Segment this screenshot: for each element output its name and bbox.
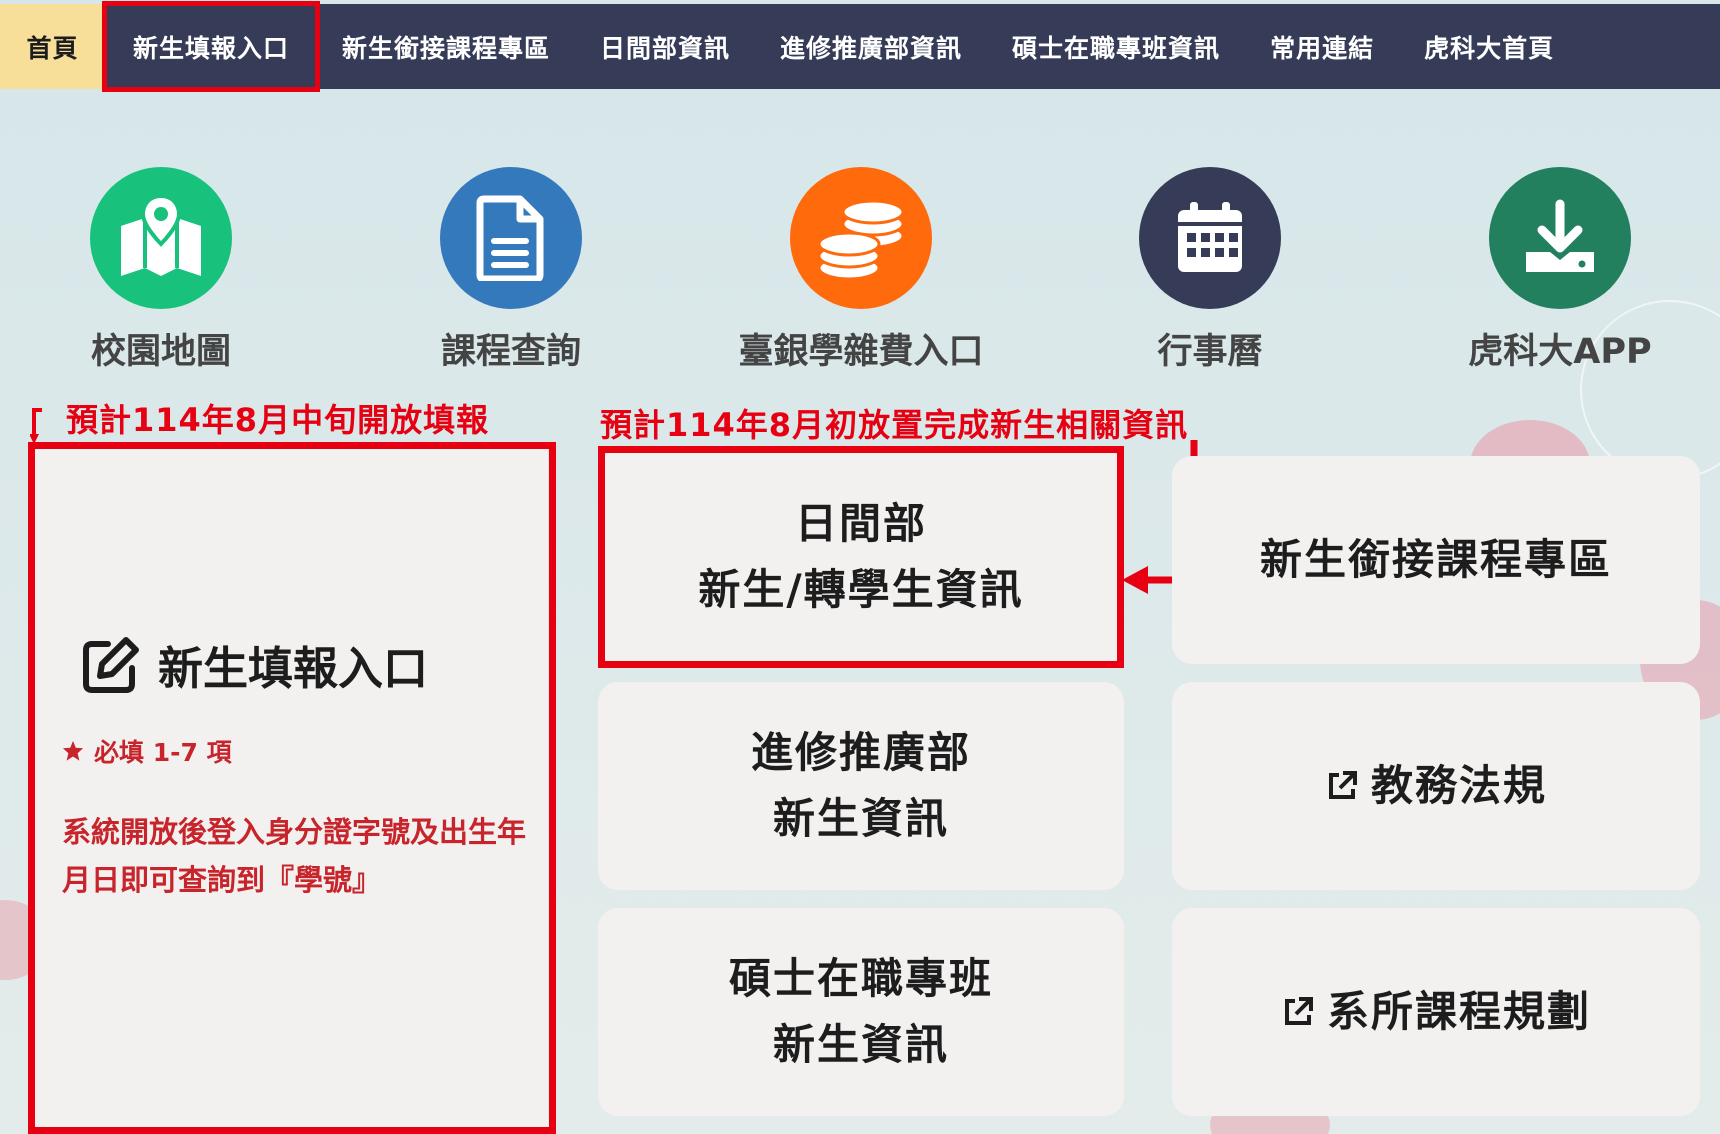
required-note: 必填 1-7 項: [62, 733, 232, 769]
required-text: 必填 1-7 項: [94, 738, 232, 767]
edit-icon: [83, 636, 139, 693]
star-icon: [62, 740, 84, 761]
map-pin-icon: [90, 167, 232, 309]
card-line: 碩士在職專班: [728, 954, 993, 1003]
card-line: 新生資訊: [772, 1020, 949, 1069]
card-line: 進修推廣部: [750, 728, 971, 777]
nav-item-extension[interactable]: 進修推廣部資訊: [755, 4, 987, 89]
card-line: 日間部: [794, 499, 927, 548]
card-extension[interactable]: 進修推廣部 新生資訊: [598, 682, 1124, 890]
freshman-entry-card[interactable]: [32, 448, 548, 1128]
shortcut-label: 校園地圖: [90, 332, 231, 372]
shortcut-label: 臺銀學雜費入口: [738, 332, 984, 372]
nav-item-master-program[interactable]: 碩士在職專班資訊: [987, 4, 1245, 89]
document-icon: [440, 167, 582, 309]
shortcut-label: 行事曆: [1157, 332, 1263, 372]
coins-icon: [790, 167, 932, 309]
card-academic-rules[interactable]: 教務法規: [1172, 682, 1700, 890]
shortcut-label: 虎科大APP: [1468, 332, 1652, 372]
shortcut-calendar[interactable]: 行事曆: [1080, 167, 1340, 374]
card-line: 新生資訊: [772, 794, 949, 843]
annotation-open-date: 預計114年8月中旬開放填報: [66, 401, 490, 439]
nav-item-bridge-course[interactable]: 新生銜接課程專區: [317, 4, 575, 89]
freshman-entry-title: 新生填報入口: [158, 642, 429, 695]
download-icon: [1489, 167, 1631, 309]
card-line: 新生/轉學生資訊: [698, 565, 1024, 614]
card-line: 系所課程規劃: [1326, 987, 1591, 1036]
card-line: 新生銜接課程專區: [1259, 535, 1612, 584]
shortcut-campus-map[interactable]: 校園地圖: [31, 167, 291, 374]
shortcut-label: 課程查詢: [440, 332, 581, 372]
freshman-entry-link[interactable]: 新生填報入口: [82, 632, 428, 697]
student-id-notice: 系統開放後登入身分證字號及出生年月日即可查詢到『學號』: [62, 815, 527, 897]
card-day-division[interactable]: 日間部 新生/轉學生資訊: [598, 450, 1124, 664]
card-master-program[interactable]: 碩士在職專班 新生資訊: [598, 908, 1124, 1116]
calendar-icon: [1139, 167, 1281, 309]
external-link-icon: [1284, 997, 1313, 1025]
nav-item-university-home[interactable]: 虎科大首頁: [1399, 4, 1579, 89]
nav-item-links[interactable]: 常用連結: [1245, 4, 1399, 89]
card-bridge-course[interactable]: 新生銜接課程專區: [1172, 456, 1700, 664]
shortcut-tuition-portal[interactable]: 臺銀學雜費入口: [731, 167, 991, 374]
annotation-info-date: 預計114年8月初放置完成新生相關資訊: [600, 406, 1189, 444]
top-nav: 首頁 新生填報入口 新生銜接課程專區 日間部資訊 進修推廣部資訊 碩士在職專班資…: [0, 1, 1720, 92]
nav-item-freshman-entry[interactable]: 新生填報入口: [102, 1, 320, 92]
card-line: 教務法規: [1370, 761, 1547, 810]
nav-item-day-division[interactable]: 日間部資訊: [575, 4, 755, 89]
annotation-arrow: [30, 408, 42, 444]
shortcut-app[interactable]: 虎科大APP: [1430, 167, 1690, 374]
external-link-icon: [1328, 771, 1357, 799]
nav-item-home[interactable]: 首頁: [0, 4, 105, 89]
card-curriculum[interactable]: 系所課程規劃: [1172, 908, 1700, 1116]
shortcut-course-query[interactable]: 課程查詢: [381, 167, 641, 374]
